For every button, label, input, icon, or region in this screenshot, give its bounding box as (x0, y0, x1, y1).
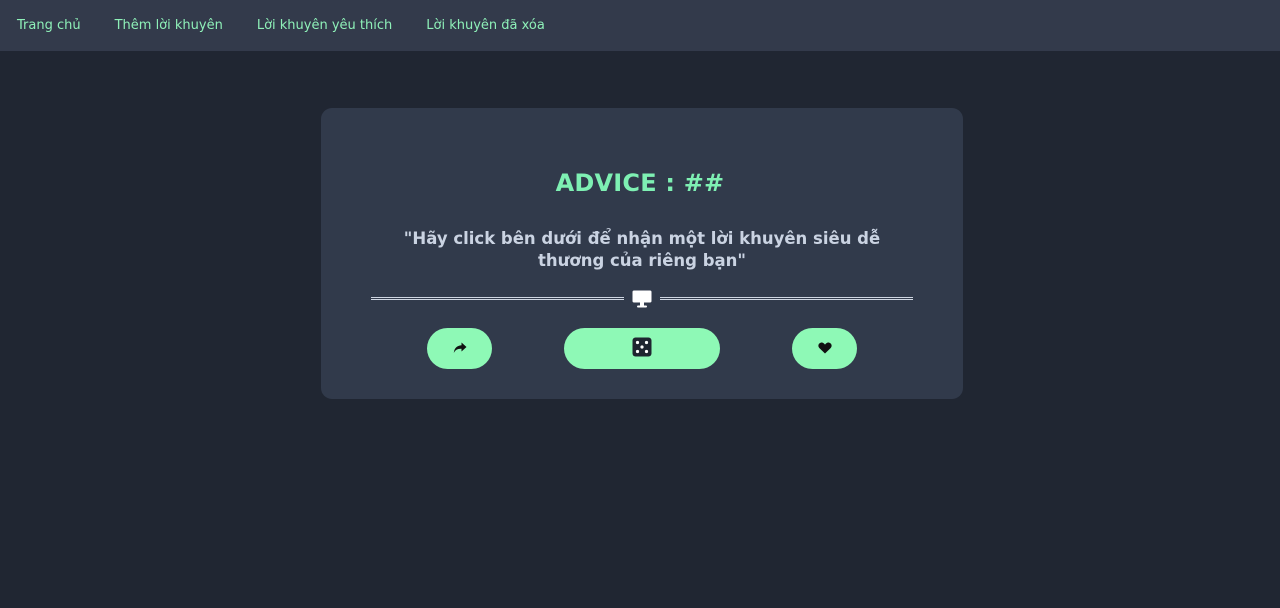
monitor-icon (631, 289, 653, 309)
advice-quote: "Hãy click bên dưới để nhận một lời khuy… (403, 229, 881, 270)
random-advice-button[interactable] (564, 328, 720, 369)
heart-icon (817, 339, 832, 358)
share-arrow-icon (453, 339, 467, 358)
divider-right-line (660, 297, 913, 300)
share-button[interactable] (427, 328, 492, 369)
top-navbar: Trang chủ Thêm lời khuyên Lời khuyên yêu… (0, 0, 1280, 51)
advice-title: ADVICE : ## (555, 169, 725, 197)
nav-link-home[interactable]: Trang chủ (17, 18, 81, 33)
nav-link-deleted-advice[interactable]: Lời khuyên đã xóa (426, 18, 545, 33)
dice-icon (632, 337, 652, 361)
nav-link-add-advice[interactable]: Thêm lời khuyên (115, 18, 223, 33)
divider-left-line (371, 297, 624, 300)
nav-link-favorite-advice[interactable]: Lời khuyên yêu thích (257, 18, 392, 33)
like-button[interactable] (792, 328, 857, 369)
